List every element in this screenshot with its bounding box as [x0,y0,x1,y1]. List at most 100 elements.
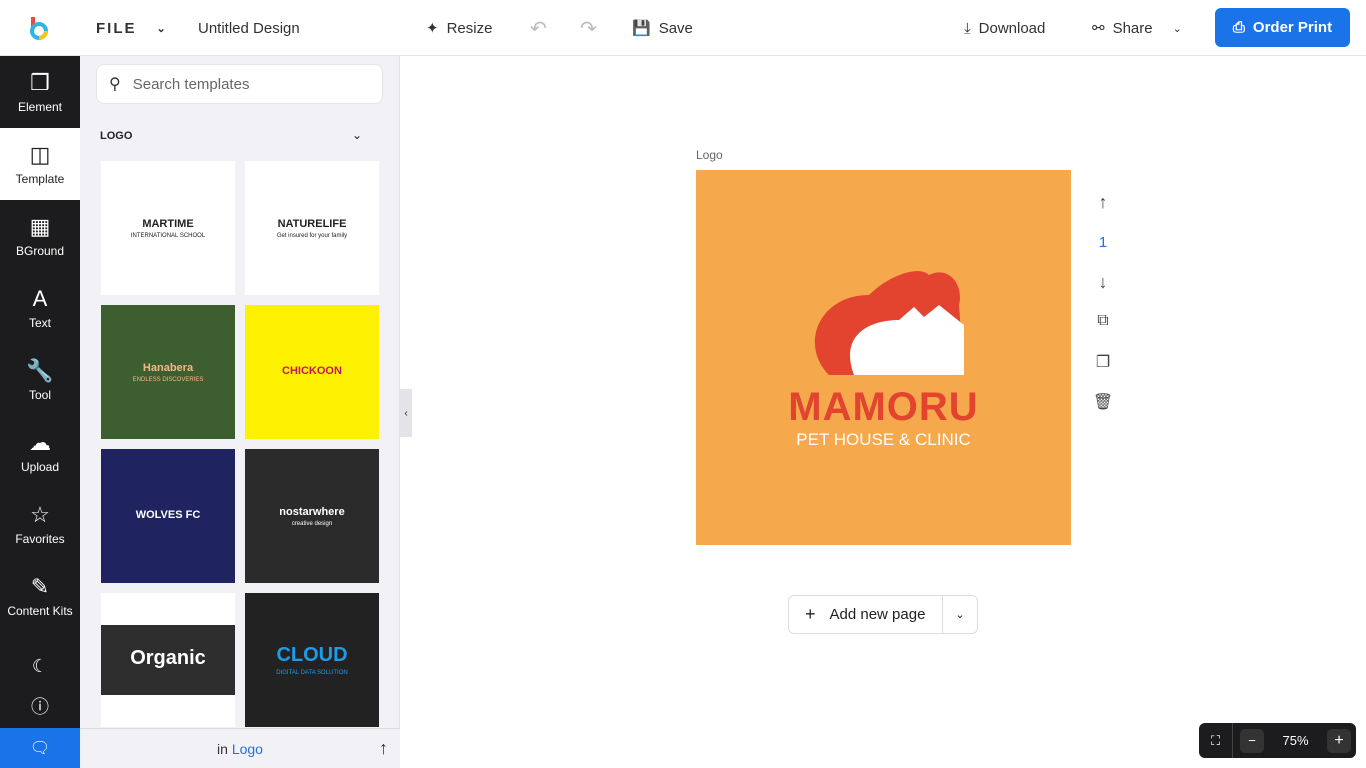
category-label: LOGO [100,130,133,142]
template-thumbnail[interactable]: CHICKOON [245,305,379,439]
save-button[interactable]: 💾 Save [632,0,693,56]
template-panel: ⚲ Search templates LOGO ⌄ MARTIME INTERNAT… [80,56,412,768]
rail-item-content-kits[interactable]: ✎ Content Kits [0,560,80,632]
save-label: Save [658,19,693,37]
template-thumbnail[interactable]: nostarwhere creative design [245,449,379,583]
info-icon[interactable]: ⓘ [0,688,80,724]
footer-prefix: in [217,740,228,757]
footer-category-link[interactable]: Logo [232,741,263,757]
template-name: CLOUD [276,644,348,666]
rail-item-label: Template [15,172,65,186]
move-page-up-icon[interactable]: ↑ [1090,192,1116,213]
chevron-down-icon: ⌄ [1172,22,1182,35]
template-name: NATURELIFE [277,217,347,230]
template-icon: ◫ [29,142,51,167]
rail-item-label: BGround [15,244,65,258]
duplicate-page-icon[interactable]: ⧉ [1090,312,1116,330]
template-subtitle: ENDLESS DISCOVERIES [132,376,204,383]
rail-item-label: Upload [20,460,60,474]
text-icon: A [32,286,48,311]
rail-item-element[interactable]: ❒ Element [0,56,80,128]
chat-icon[interactable]: 🗨 [0,728,80,768]
cloud-upload-icon: ☁ [29,430,51,455]
move-page-down-icon[interactable]: ↓ [1090,272,1116,293]
chevron-down-icon[interactable]: ⌄ [352,128,362,142]
zoom-out-button[interactable]: − [1240,728,1264,753]
rail-item-text[interactable]: A Text [0,272,80,344]
chevron-down-icon[interactable]: ⌄ [943,608,977,621]
rail-item-label: Text [28,316,51,330]
add-page-control: + Add new page ⌄ [788,595,978,634]
template-name: nostarwhere [279,505,345,518]
star-icon: ☆ [30,502,50,527]
rail-item-upload[interactable]: ☁ Upload [0,416,80,488]
content-kits-icon: ✎ [30,574,50,599]
cat-logo-graphic [814,271,964,375]
add-new-page-button[interactable]: + Add new page [789,596,943,633]
app-logo[interactable] [28,0,50,56]
template-subtitle: creative design [291,520,333,527]
template-name: MARTIME [142,217,194,230]
undo-icon[interactable]: ↶ [530,0,547,56]
printer-icon: ⎙ [1232,19,1245,36]
template-thumbnail[interactable]: WOLVES FC [101,449,235,583]
file-label: FILE [96,19,137,37]
search-placeholder: Search templates [132,75,250,93]
template-thumbnail[interactable]: CLOUD DIGITAL DATA SOLUTION [245,593,379,727]
order-print-button[interactable]: ⎙ Order Print [1215,8,1350,47]
plus-icon: + [805,604,816,624]
share-icon: ⚯ [1092,20,1105,37]
dark-mode-icon[interactable]: ☾ [0,648,80,684]
copy-page-icon[interactable]: ❐ [1090,352,1116,372]
collapse-panel-handle[interactable]: ‹ [400,389,412,437]
download-icon: ⤓ [964,19,971,37]
left-rail: ❒ Element ◫ Template ▦ BGround A Text 🔧 Tool ☁ Uplo… [0,56,80,768]
template-thumbnail[interactable]: Organic [101,593,235,727]
rail-item-label: Favorites [15,532,65,546]
template-subtitle: INTERNATIONAL SCHOOL [130,232,206,239]
zoom-control: ⛶ − 75% + [1199,723,1356,758]
rail-item-label: Content Kits [7,604,73,618]
page-number: 1 [1098,234,1108,251]
design-title[interactable]: Untitled Design [198,0,300,56]
template-subtitle: Get insured for your family [276,232,348,239]
magic-wand-icon: ✦ [426,20,439,37]
download-button[interactable]: ⤓ Download [964,0,1045,56]
file-menu[interactable]: FILE ⌄ [96,0,168,56]
template-name: CHICKOON [282,364,342,377]
cubes-icon: ❒ [30,70,50,95]
save-icon: 💾 [632,20,651,37]
rail-item-bground[interactable]: ▦ BGround [0,200,80,272]
template-thumbnail[interactable]: Hanabera ENDLESS DISCOVERIES [101,305,235,439]
delete-page-icon[interactable]: 🗑 [1090,392,1116,412]
template-subtitle: DIGITAL DATA SOLUTION [276,670,348,676]
zoom-in-button[interactable]: + [1327,728,1351,753]
download-label: Download [978,19,1046,37]
template-name: WOLVES FC [135,508,201,521]
share-label: Share [1112,19,1153,37]
rail-item-label: Element [17,100,63,114]
share-button[interactable]: ⚯ Share ⌄ [1092,0,1182,56]
template-thumbnail[interactable]: NATURELIFE Get insured for your family [245,161,379,295]
redo-icon[interactable]: ↷ [580,0,597,56]
template-name: Hanabera [142,361,194,374]
rail-item-template[interactable]: ◫ Template [0,128,80,200]
fullscreen-icon[interactable]: ⛶ [1199,723,1233,758]
template-name: Organic [130,647,206,669]
zoom-level: 75% [1282,733,1309,748]
arrow-up-icon[interactable]: ↑ [379,738,388,759]
rail-item-favorites[interactable]: ☆ Favorites [0,488,80,560]
chevron-down-icon: ⌄ [156,22,168,35]
panel-footer: in Logo ↑ [80,728,400,768]
search-input[interactable]: ⚲ Search templates [96,64,383,104]
wrench-icon: 🔧 [26,358,54,383]
template-thumbnail[interactable]: MARTIME INTERNATIONAL SCHOOL [101,161,235,295]
search-icon: ⚲ [109,76,121,93]
resize-button[interactable]: ✦ Resize [426,0,492,56]
top-bar: FILE ⌄ Untitled Design ✦ Resize ↶ ↷ 💾 Save … [0,0,1366,56]
add-page-label: Add new page [829,606,926,623]
rail-item-tool[interactable]: 🔧 Tool [0,344,80,416]
design-page[interactable]: MAMORU PET HOUSE & CLINIC [696,170,1071,545]
rail-item-label: Tool [28,388,51,402]
resize-label: Resize [446,19,493,37]
